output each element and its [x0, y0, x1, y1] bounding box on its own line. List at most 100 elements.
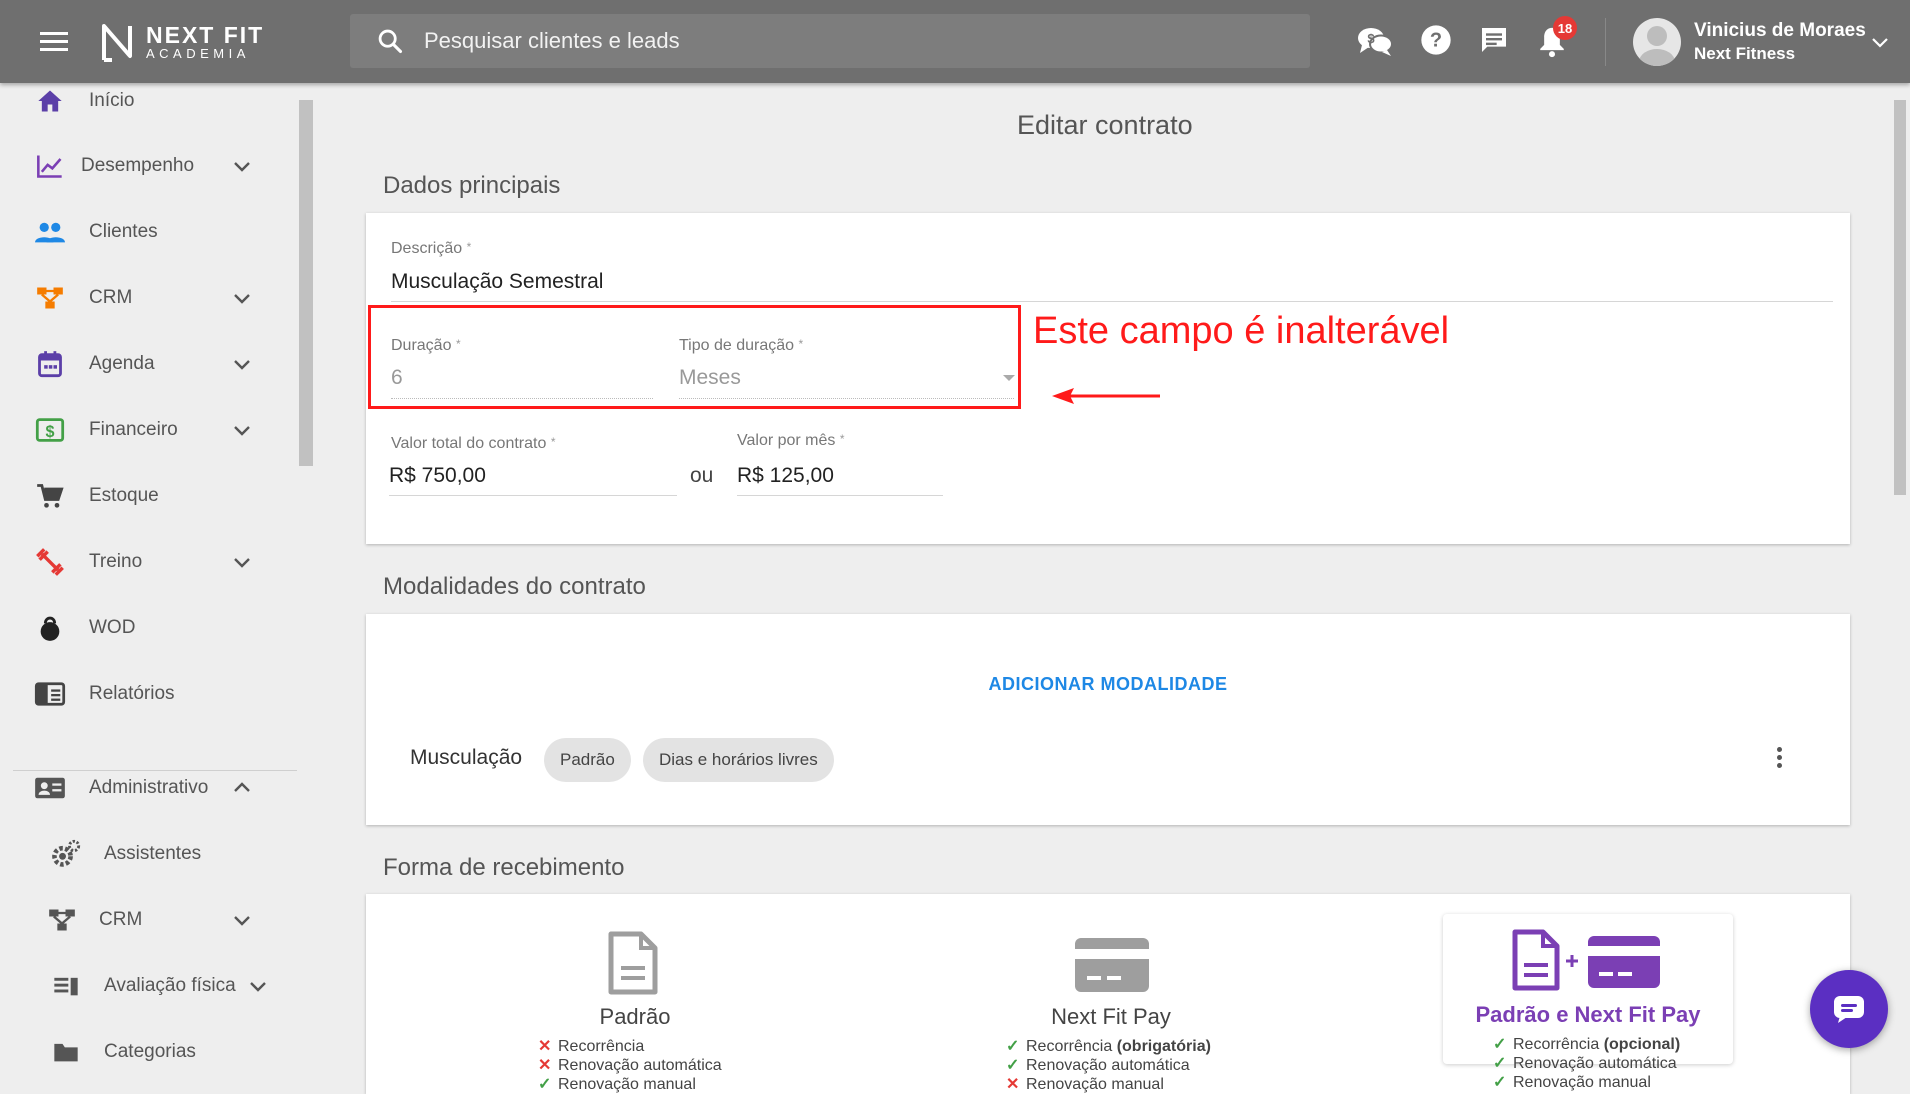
sidebar-item-label: Início [89, 90, 135, 111]
modality-chip-standard[interactable]: Padrão [544, 738, 631, 782]
avatar[interactable] [1633, 18, 1681, 66]
section-title-modalities: Modalidades do contrato [383, 573, 646, 600]
sidebar-item-label: Avaliação física [104, 975, 236, 996]
logo[interactable]: NEXT FIT ACADEMIA [100, 20, 264, 64]
or-label: ou [690, 464, 714, 487]
payment-option-features: ✕ Recorrência ✕ Renovação automática ✓ Reno… [538, 1038, 722, 1093]
sidebar-item-label: Treino [89, 551, 143, 572]
sidebar-item-label: Agenda [89, 353, 155, 374]
user-name[interactable]: Vinicius de Moraes [1694, 20, 1866, 42]
description-label: Descrição * [391, 240, 472, 257]
sidebar-item-label: CRM [99, 909, 143, 930]
check-mark-icon: ✓ [538, 1076, 552, 1093]
search-input[interactable] [422, 27, 1226, 55]
chevron-down-icon[interactable] [232, 156, 252, 176]
sidebar-item-label: Estoque [89, 485, 159, 506]
chat-bubble-icon [1834, 996, 1864, 1023]
chevron-up-icon[interactable] [232, 778, 252, 798]
check-mark-icon: ✓ [1493, 1055, 1507, 1072]
monthly-value-label: Valor por mês * [737, 432, 845, 449]
sidebar-item-crm[interactable]: CRM [0, 271, 290, 325]
chevron-down-icon[interactable] [232, 552, 252, 572]
section-title-main-data: Dados principais [383, 172, 561, 199]
x-mark-icon: ✕ [538, 1038, 552, 1055]
user-organization: Next Fitness [1694, 44, 1796, 63]
plus-icon [1566, 955, 1578, 967]
check-mark-icon: ✓ [1006, 1057, 1020, 1074]
chevron-down-icon[interactable] [248, 976, 268, 996]
logo-text: NEXT FIT [146, 22, 265, 48]
search-bar[interactable] [350, 14, 1310, 68]
chevron-down-icon[interactable] [232, 354, 252, 374]
sidebar-item-agenda[interactable]: Agenda [0, 337, 290, 391]
sidebar-item-label: Relatórios [89, 683, 175, 704]
sidebar-item-assistentes[interactable]: Assistentes [0, 827, 290, 881]
sidebar-item-label: CRM [89, 287, 133, 308]
sidebar-item-label: Administrativo [89, 777, 209, 798]
description-field[interactable]: Musculação Semestral [391, 270, 603, 294]
chevron-down-icon[interactable] [232, 910, 252, 930]
chat-support-button[interactable] [1810, 970, 1888, 1048]
total-value-field[interactable]: R$ 750,00 [389, 464, 486, 488]
annotation-arrow-icon [1052, 388, 1160, 404]
crm-flow-icon [34, 282, 66, 314]
modality-name: Musculação [410, 746, 523, 769]
sidebar-item-wod[interactable]: WOD [0, 601, 290, 655]
total-value-label: Valor total do contrato * [391, 435, 556, 452]
document-icon [608, 931, 658, 995]
modality-chip-schedule[interactable]: Dias e horários livres [643, 738, 834, 782]
sidebar-item-label: Clientes [89, 221, 158, 242]
home-icon [34, 85, 66, 117]
x-mark-icon: ✕ [1006, 1076, 1020, 1093]
sidebar-item-clientes[interactable]: Clientes [0, 205, 290, 259]
sidebar-nav: Início Desempenho Clientes CRM Agenda $ Financ… [0, 0, 297, 1080]
payment-option-features: ✓ Recorrência (obrigatória) ✓ Renovação au… [1006, 1038, 1211, 1093]
document-purple-icon [1512, 929, 1560, 991]
topbar-divider [1605, 18, 1606, 66]
calendar-icon [34, 348, 66, 380]
x-mark-icon: ✕ [538, 1057, 552, 1074]
top-bar: NEXT FIT ACADEMIA $ ? 18 Vinicius de Mor… [0, 0, 1910, 83]
chevron-down-icon[interactable] [1870, 32, 1890, 52]
monthly-value-underline [737, 495, 943, 496]
sidebar-item-categorias[interactable]: Categorias [0, 1025, 290, 1079]
help-icon[interactable]: ? [1420, 24, 1456, 60]
total-value-underline [389, 495, 677, 496]
chat-money-icon[interactable]: $ [1356, 24, 1393, 60]
sidebar-item-financeiro[interactable]: $ Financeiro [0, 403, 290, 457]
annotation-highlight-box [368, 305, 1021, 409]
svg-text:?: ? [1430, 30, 1442, 52]
payment-option-features: ✓ Recorrência (opcional) ✓ Renovação autom… [1493, 1036, 1681, 1091]
message-icon[interactable] [1478, 24, 1514, 60]
page-title: Editar contrato [1017, 110, 1193, 140]
add-modality-button[interactable]: ADICIONAR MODALIDADE [366, 674, 1850, 695]
sidebar-item-label: Desempenho [81, 155, 195, 176]
sidebar-item-avaliacao-fisica[interactable]: Avaliação física [0, 959, 290, 1013]
sidebar-item-treino[interactable]: Treino [0, 535, 290, 589]
sidebar-item-desempenho[interactable]: Desempenho [0, 139, 290, 193]
more-options-icon[interactable] [1774, 744, 1784, 770]
sidebar-item-estoque[interactable]: Estoque [0, 469, 290, 523]
check-mark-icon: ✓ [1493, 1036, 1507, 1053]
modalities-card: ADICIONAR MODALIDADE Musculação Padrão D… [366, 614, 1850, 825]
sidebar-scroll-thumb[interactable] [299, 100, 313, 466]
search-icon [378, 29, 403, 54]
hamburger-menu-icon[interactable] [38, 28, 70, 56]
payment-option-title: Padrão e Next Fit Pay [1475, 1002, 1701, 1027]
chevron-down-icon[interactable] [232, 288, 252, 308]
monthly-value-field[interactable]: R$ 125,00 [737, 464, 834, 488]
chevron-down-icon[interactable] [232, 420, 252, 440]
main-scroll-thumb[interactable] [1894, 100, 1906, 495]
folder-icon [50, 1036, 82, 1068]
credit-card-icon [1075, 938, 1149, 992]
sidebar-item-crm[interactable]: CRM [0, 893, 290, 947]
payment-option-title: Padrão [599, 1004, 671, 1029]
check-mark-icon: ✓ [1493, 1074, 1507, 1091]
payment-option-combined[interactable]: Padrão e Next Fit Pay ✓ Recorrência (opci… [1443, 914, 1733, 1091]
people-icon [34, 216, 66, 248]
sidebar-item-relatorios[interactable]: Relatórios [0, 667, 290, 721]
dumbbell-icon [34, 546, 66, 578]
check-mark-icon: ✓ [1006, 1038, 1020, 1055]
payment-option-title: Next Fit Pay [1051, 1004, 1171, 1029]
kettlebell-icon [34, 612, 66, 644]
